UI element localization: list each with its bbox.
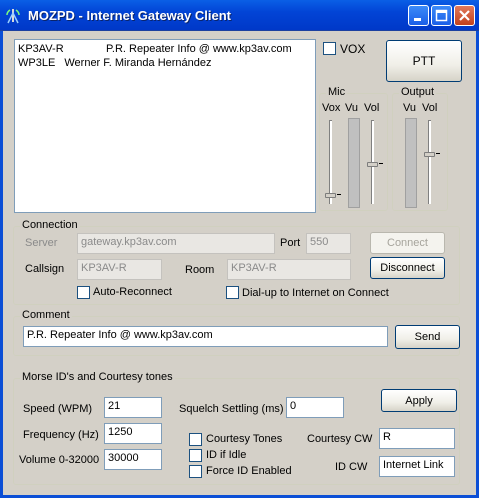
auto-reconnect-checkbox[interactable] [77,286,90,299]
close-button[interactable] [454,5,475,26]
out-vol-label: Vol [422,102,438,114]
mic-vol-label: Vol [364,102,380,114]
room-field[interactable]: KP3AV-R [227,259,351,280]
port-field[interactable]: 550 [306,233,351,254]
mic-vox-slider-track [329,120,332,204]
list-item-description: P.R. Repeater Info @ www.kp3av.com [106,43,292,55]
courtesy-tones-checkbox[interactable] [189,433,202,446]
output-group-label: Output [399,86,437,98]
id-cw-label: ID CW [335,461,368,473]
maximize-icon [435,9,448,22]
callsign-field[interactable]: KP3AV-R [77,259,162,280]
courtesy-cw-label: Courtesy CW [307,433,373,445]
morse-group-label: Morse ID's and Courtesy tones [20,371,175,383]
out-vol-slider-track [428,120,431,204]
dialup-checkbox[interactable] [226,286,239,299]
mic-group-label: Mic [326,86,348,98]
courtesy-cw-input[interactable]: R [379,428,455,449]
connection-group-label: Connection [20,219,80,231]
connect-button[interactable]: Connect [370,232,445,254]
list-item-callsign: WP3LE [18,57,56,69]
volume-input[interactable]: 30000 [104,449,162,470]
minimize-icon [414,18,421,21]
room-label: Room [185,264,215,276]
frequency-input[interactable]: 1250 [104,423,162,444]
squelch-input[interactable]: 0 [286,397,344,418]
app-icon [6,9,20,24]
force-id-label: Force ID Enabled [206,465,292,477]
send-button[interactable]: Send [395,325,460,349]
mic-vox-label: Vox [322,102,341,114]
port-label: Port [280,237,301,249]
output-group [392,93,448,211]
station-list[interactable]: KP3AV-R P.R. Repeater Info @ www.kp3av.c… [14,39,316,213]
out-vol-tick [436,153,440,154]
comment-input[interactable]: P.R. Repeater Info @ www.kp3av.com [23,326,388,347]
server-label: Server [25,237,58,249]
mic-vox-slider-thumb[interactable] [325,193,336,198]
minimize-button[interactable] [408,5,429,26]
list-item-callsign: KP3AV-R [18,43,64,55]
volume-label: Volume 0-32000 [19,454,100,466]
callsign-label: Callsign [25,263,65,275]
frequency-label: Frequency (Hz) [23,429,99,441]
apply-button[interactable]: Apply [381,389,457,412]
mic-vu-meter [348,118,360,208]
vox-label: VOX [340,42,366,56]
mic-vox-tick [337,194,341,195]
squelch-label: Squelch Settling (ms) [179,403,284,415]
output-vu-meter [405,118,417,208]
ptt-button[interactable]: PTT [386,40,462,82]
list-item-description: Werner F. Miranda Hernández [64,57,212,69]
dialup-label: Dial-up to Internet on Connect [242,287,389,299]
list-item[interactable]: KP3AV-R P.R. Repeater Info @ www.kp3av.c… [18,43,292,55]
out-vol-slider-thumb[interactable] [424,152,435,157]
auto-reconnect-label: Auto-Reconnect [93,286,172,298]
window-title: MOZPD - Internet Gateway Client [28,8,231,23]
mic-vol-slider-thumb[interactable] [367,162,378,167]
list-item[interactable]: WP3LE Werner F. Miranda Hernández [18,57,212,69]
id-if-idle-label: ID if Idle [206,449,247,461]
disconnect-button[interactable]: Disconnect [370,257,445,279]
speed-input[interactable]: 21 [104,397,162,418]
server-field[interactable]: gateway.kp3av.com [77,233,275,254]
maximize-button[interactable] [431,5,452,26]
courtesy-tones-label: Courtesy Tones [206,433,283,445]
vox-checkbox[interactable] [323,42,336,55]
mic-vu-label: Vu [345,102,359,114]
id-cw-input[interactable]: Internet Link [379,456,455,477]
out-vu-label: Vu [403,102,417,114]
id-if-idle-checkbox[interactable] [189,449,202,462]
force-id-checkbox[interactable] [189,465,202,478]
speed-label: Speed (WPM) [23,403,93,415]
comment-group-label: Comment [20,309,72,321]
close-icon [459,10,470,21]
mic-vol-tick [379,163,383,164]
